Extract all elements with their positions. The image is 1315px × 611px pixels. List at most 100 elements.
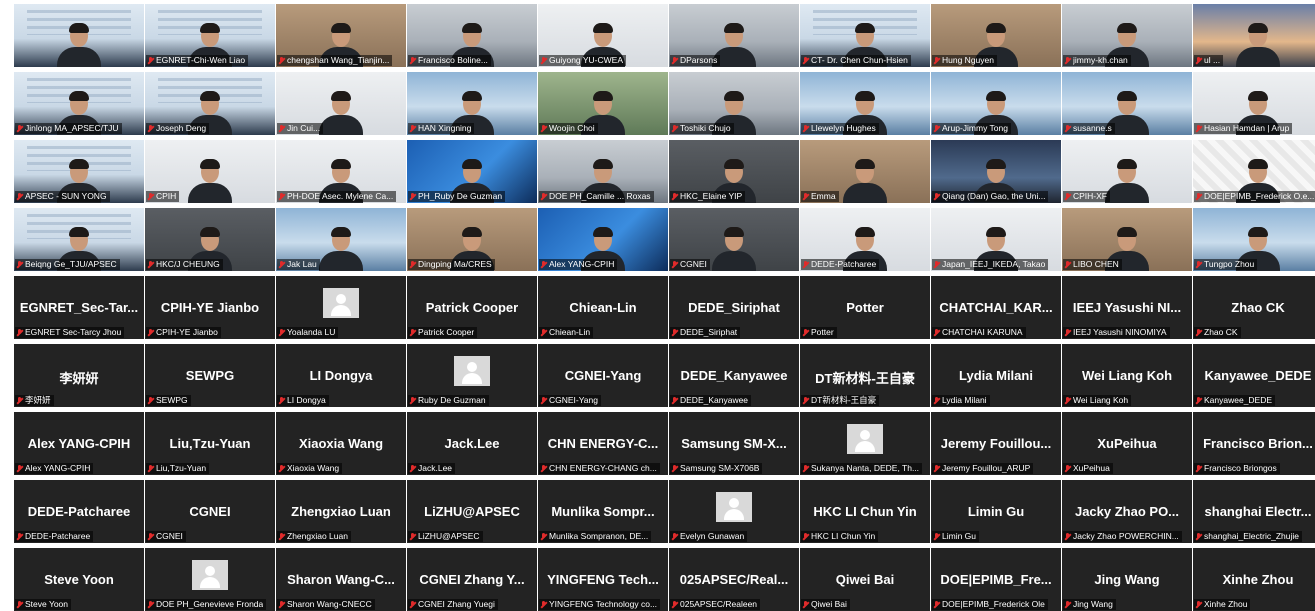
participant-tile[interactable]: Alex YANG-CPIH [538, 208, 668, 271]
participant-tile[interactable]: Xinhe Zhou Xinhe Zhou [1193, 548, 1315, 611]
participant-tile[interactable]: PH_Ruby De Guzman [407, 140, 537, 203]
participant-tile[interactable]: Emma [800, 140, 930, 203]
participant-tile[interactable]: Jeremy Fouillou... Jeremy Fouillou_ARUP [931, 412, 1061, 475]
participant-tile[interactable]: LiZHU@APSEC LiZHU@APSEC [407, 480, 537, 543]
participant-tile[interactable]: Francisco Boline... [407, 4, 537, 67]
participant-tile[interactable]: Evelyn Gunawan [669, 480, 799, 543]
participant-tile[interactable]: DOE|EPIMB_Frederick O.e... [1193, 140, 1315, 203]
participant-tile[interactable]: DEDE-Patcharee [800, 208, 930, 271]
participant-tile[interactable]: PH-DOE Asec. Mylene Ca... [276, 140, 406, 203]
participant-tile[interactable]: Joseph Deng [145, 72, 275, 135]
participant-tile[interactable]: DOE|EPIMB_Fre... DOE|EPIMB_Frederick Ole [931, 548, 1061, 611]
participant-tile[interactable]: CT- Dr. Chen Chun-Hsien [800, 4, 930, 67]
participant-tile[interactable]: DParsons [669, 4, 799, 67]
participant-tile[interactable]: Jing Wang Jing Wang [1062, 548, 1192, 611]
participant-tile[interactable]: Patrick Cooper Patrick Cooper [407, 276, 537, 339]
participant-tile[interactable]: Jack.Lee Jack.Lee [407, 412, 537, 475]
participant-tile[interactable]: DOE PH_Camille ... Roxas [538, 140, 668, 203]
participant-tile[interactable]: DEDE_Kanyawee DEDE_Kanyawee [669, 344, 799, 407]
participant-tile[interactable]: Samsung SM-X... Samsung SM-X706B [669, 412, 799, 475]
participant-tile[interactable]: Sharon Wang-C... Sharon Wang-CNECC [276, 548, 406, 611]
participant-tile[interactable]: LIBO CHEN [1062, 208, 1192, 271]
participant-tile[interactable]: Guiyong YU-CWEA [538, 4, 668, 67]
participant-tile[interactable]: Hung Nguyen [931, 4, 1061, 67]
participant-tile[interactable]: Limin Gu Limin Gu [931, 480, 1061, 543]
participant-tile[interactable]: CPIH-XF [1062, 140, 1192, 203]
participant-tile[interactable]: SEWPG SEWPG [145, 344, 275, 407]
muted-mic-icon [410, 600, 416, 609]
participant-tile[interactable]: Zhengxiao Luan Zhengxiao Luan [276, 480, 406, 543]
participant-tile[interactable]: Munlika Sompr... Munlika Sompranon, DE... [538, 480, 668, 543]
participant-tile[interactable]: 李妍妍 李妍妍 [14, 344, 144, 407]
participant-tile[interactable]: CHATCHAI_KAR... CHATCHAI KARUNA [931, 276, 1061, 339]
participant-name-label: 李妍妍 [15, 395, 54, 406]
participant-tile[interactable]: YINGFENG Tech... YINGFENG Technology co..… [538, 548, 668, 611]
participant-tile[interactable]: Tungpo Zhou [1193, 208, 1315, 271]
participant-tile[interactable]: Alex YANG-CPIH Alex YANG-CPIH [14, 412, 144, 475]
participant-tile[interactable]: Qiwei Bai Qiwei Bai [800, 548, 930, 611]
participant-tile[interactable]: Ruby De Guzman [407, 344, 537, 407]
participant-tile[interactable]: HKC/J CHEUNG [145, 208, 275, 271]
participant-tile[interactable]: Xiaoxia Wang Xiaoxia Wang [276, 412, 406, 475]
participant-tile[interactable]: Sukanya Nanta, DEDE, Th... [800, 412, 930, 475]
participant-tile[interactable]: Llewelyn Hughes [800, 72, 930, 135]
participant-tile[interactable]: CGNEI [669, 208, 799, 271]
participant-tile[interactable]: Steve Yoon Steve Yoon [14, 548, 144, 611]
participant-tile[interactable]: susanne.s [1062, 72, 1192, 135]
participant-tile[interactable] [14, 4, 144, 67]
participant-tile[interactable]: Qiang (Dan) Gao, the Uni... [931, 140, 1061, 203]
participant-name: CGNEI Zhang Yuegi [418, 599, 495, 609]
participant-tile[interactable]: Jinlong MA_APSEC/TJU [14, 72, 144, 135]
participant-tile[interactable]: shanghai Electr... shanghai_Electric_Zhuj… [1193, 480, 1315, 543]
participant-tile[interactable]: DEDE-Patcharee DEDE-Patcharee [14, 480, 144, 543]
participant-tile[interactable]: Toshiki Chujo [669, 72, 799, 135]
participant-tile[interactable]: Zhao CK Zhao CK [1193, 276, 1315, 339]
participant-display-name: Zhengxiao Luan [291, 504, 391, 519]
participant-tile[interactable]: Chiean-Lin Chiean-Lin [538, 276, 668, 339]
participant-tile[interactable]: EGNRET_Sec-Tar... EGNRET Sec-Tarcy Jhou [14, 276, 144, 339]
participant-tile[interactable]: Liu,Tzu-Yuan Liu,Tzu-Yuan [145, 412, 275, 475]
muted-mic-icon [803, 396, 809, 405]
participant-tile[interactable]: Dingping Ma/CRES [407, 208, 537, 271]
muted-mic-icon [672, 328, 678, 337]
participant-tile[interactable]: IEEJ Yasushi NI... IEEJ Yasushi NINOMIYA [1062, 276, 1192, 339]
participant-tile[interactable]: CGNEI-Yang CGNEI-Yang [538, 344, 668, 407]
participant-tile[interactable]: HAN Xingning [407, 72, 537, 135]
participant-tile[interactable]: Beiqng Ge_TJU/APSEC [14, 208, 144, 271]
participant-tile[interactable]: jimmy-kh.chan [1062, 4, 1192, 67]
participant-tile[interactable]: Japan_IEEJ_IKEDA, Takao [931, 208, 1061, 271]
participant-name-label: CGNEI-Yang [539, 395, 601, 406]
participant-tile[interactable]: CGNEI Zhang Y... CGNEI Zhang Yuegi [407, 548, 537, 611]
participant-tile[interactable]: chengshan Wang_Tianjin... [276, 4, 406, 67]
participant-tile[interactable]: CHN ENERGY-C... CHN ENERGY-CHANG ch... [538, 412, 668, 475]
participant-tile[interactable]: DOE PH_Genevieve Fronda [145, 548, 275, 611]
participant-tile[interactable]: Francisco Brion... Francisco Briongos [1193, 412, 1315, 475]
participant-tile[interactable]: Jin Cui... [276, 72, 406, 135]
participant-tile[interactable]: Hasian Hamdan | Arup [1193, 72, 1315, 135]
participant-tile[interactable]: Kanyawee_DEDE Kanyawee_DEDE [1193, 344, 1315, 407]
participant-tile[interactable]: XuPeihua XuPeihua [1062, 412, 1192, 475]
participant-tile[interactable]: Wei Liang Koh Wei Liang Koh [1062, 344, 1192, 407]
participant-tile[interactable]: HKC LI Chun Yin HKC LI Chun Yin [800, 480, 930, 543]
participant-display-name: HKC LI Chun Yin [813, 504, 917, 519]
participant-tile[interactable]: Arup-Jimmy Tong [931, 72, 1061, 135]
participant-tile[interactable]: HKC_Elaine YIP [669, 140, 799, 203]
participant-tile[interactable]: CPIH-YE Jianbo CPIH-YE Jianbo [145, 276, 275, 339]
avatar-placeholder-icon [323, 288, 359, 318]
participant-tile[interactable]: 025APSEC/Real... 025APSEC/Realeen [669, 548, 799, 611]
participant-tile[interactable]: ul ... [1193, 4, 1315, 67]
participant-tile[interactable]: Yoalanda LU [276, 276, 406, 339]
participant-tile[interactable]: Lydia Milani Lydia Milani [931, 344, 1061, 407]
participant-tile[interactable]: CPIH [145, 140, 275, 203]
participant-tile[interactable]: CGNEI CGNEI [145, 480, 275, 543]
participant-tile[interactable]: DT新材料-王自豪 DT新材料-王自豪 [800, 344, 930, 407]
participant-tile[interactable]: Jak Lau [276, 208, 406, 271]
muted-mic-icon [410, 260, 416, 269]
participant-tile[interactable]: Potter Potter [800, 276, 930, 339]
participant-tile[interactable]: APSEC - SUN YONG [14, 140, 144, 203]
participant-tile[interactable]: EGNRET-Chi-Wen Liao [145, 4, 275, 67]
participant-tile[interactable]: Jacky Zhao PO... Jacky Zhao POWERCHIN... [1062, 480, 1192, 543]
participant-tile[interactable]: DEDE_Siriphat DEDE_Siriphat [669, 276, 799, 339]
participant-tile[interactable]: LI Dongya LI Dongya [276, 344, 406, 407]
participant-tile[interactable]: Woojin Choi [538, 72, 668, 135]
